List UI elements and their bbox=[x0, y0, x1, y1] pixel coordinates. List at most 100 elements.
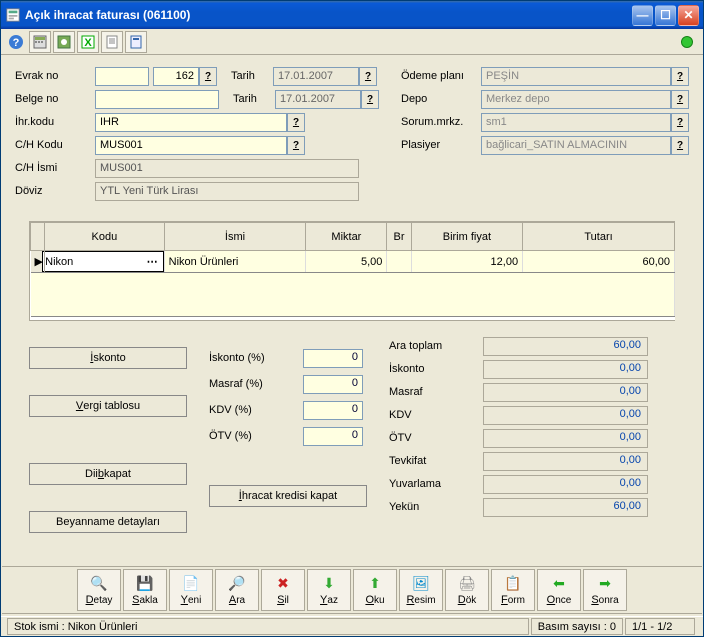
col-kodu[interactable]: Kodu bbox=[45, 223, 164, 251]
sakla-button[interactable]: 💾Sakla bbox=[123, 569, 167, 611]
ch-kodu-lookup[interactable]: ? bbox=[287, 136, 305, 155]
belge-no-label: Belge no bbox=[15, 93, 95, 105]
table-row[interactable]: ▶ Nikon ⋯ Nikon Ürünleri 5,00 12,00 60,0… bbox=[31, 251, 675, 273]
masraf-pct-field[interactable]: 0 bbox=[303, 375, 363, 394]
sorum-label: Sorum.mrkz. bbox=[401, 116, 481, 128]
grid-corner bbox=[31, 223, 45, 251]
t-kdv-label: KDV bbox=[389, 409, 479, 421]
cell-ismi[interactable]: Nikon Ürünleri bbox=[164, 251, 306, 273]
iskonto-button[interactable]: İskonto bbox=[29, 347, 187, 369]
window-title: Açık ihracat faturası (061100) bbox=[25, 8, 632, 22]
ch-ismi-field: MUS001 bbox=[95, 159, 359, 178]
cell-birim-fiyat[interactable]: 12,00 bbox=[411, 251, 522, 273]
t-otv-label: ÖTV bbox=[389, 432, 479, 444]
svg-text:X: X bbox=[84, 37, 92, 49]
col-tutari[interactable]: Tutarı bbox=[523, 223, 675, 251]
status-bar: Stok ismi : Nikon Ürünleri Basım sayısı … bbox=[1, 616, 703, 636]
odeme-lookup[interactable]: ? bbox=[671, 67, 689, 86]
depo-lookup[interactable]: ? bbox=[671, 90, 689, 109]
title-bar: Açık ihracat faturası (061100) — ☐ ✕ bbox=[1, 1, 703, 29]
ara-button[interactable]: 🔎Ara bbox=[215, 569, 259, 611]
ihr-kodu-field[interactable]: IHR bbox=[95, 113, 287, 132]
close-button[interactable]: ✕ bbox=[678, 5, 699, 26]
lines-grid[interactable]: Kodu İsmi Miktar Br Birim fiyat Tutarı ▶… bbox=[29, 221, 675, 321]
detay-button[interactable]: 🔍Detay bbox=[77, 569, 121, 611]
page-icon[interactable] bbox=[125, 31, 147, 53]
col-br[interactable]: Br bbox=[387, 223, 411, 251]
plasiyer-label: Plasiyer bbox=[401, 139, 481, 151]
status-dot-icon bbox=[681, 36, 693, 48]
doviz-field: YTL Yeni Türk Lirası bbox=[95, 182, 359, 201]
odeme-field[interactable]: PEŞİN bbox=[481, 67, 671, 86]
excel-icon[interactable]: X bbox=[77, 31, 99, 53]
diib-kapat-button[interactable]: Diib kapat bbox=[29, 463, 187, 485]
kdv-pct-label: KDV (%) bbox=[209, 404, 299, 416]
odeme-label: Ödeme planı bbox=[401, 70, 481, 82]
vergi-tablosu-button[interactable]: Vergi tablosu bbox=[29, 395, 187, 417]
col-miktar[interactable]: Miktar bbox=[306, 223, 387, 251]
ihr-kodu-lookup[interactable]: ? bbox=[287, 113, 305, 132]
status-mid: Basım sayısı : 0 bbox=[531, 618, 623, 635]
t-tevkifat-value: 0,00 bbox=[483, 452, 648, 471]
t-masraf-value: 0,00 bbox=[483, 383, 648, 402]
yaz-button[interactable]: ⬇Yaz bbox=[307, 569, 351, 611]
status-left: Stok ismi : Nikon Ürünleri bbox=[7, 618, 529, 635]
evrak-no-lookup[interactable]: ? bbox=[199, 67, 217, 86]
iskonto-pct-label: İskonto (%) bbox=[209, 352, 299, 364]
otv-pct-label: ÖTV (%) bbox=[209, 430, 299, 442]
maximize-button[interactable]: ☐ bbox=[655, 5, 676, 26]
ara-toplam-label: Ara toplam bbox=[389, 340, 479, 352]
help-icon[interactable]: ? bbox=[5, 31, 27, 53]
calculator-icon[interactable] bbox=[29, 31, 51, 53]
ihracat-kredisi-button[interactable]: İhracat kredisi kapat bbox=[209, 485, 367, 507]
belge-no-field[interactable] bbox=[95, 90, 219, 109]
t-yuvarlama-label: Yuvarlama bbox=[389, 478, 479, 490]
sil-button[interactable]: ✖Sil bbox=[261, 569, 305, 611]
resim-button[interactable]: 🖼Resim bbox=[399, 569, 443, 611]
tarih2-lookup[interactable]: ? bbox=[361, 90, 379, 109]
ch-kodu-label: C/H Kodu bbox=[15, 139, 95, 151]
önce-button[interactable]: ⬅Once bbox=[537, 569, 581, 611]
sorum-field[interactable]: sm1 bbox=[481, 113, 671, 132]
plasiyer-field[interactable]: bağlicari_SATIN ALMACININ bbox=[481, 136, 671, 155]
t-iskonto-label: İskonto bbox=[389, 363, 479, 375]
iskonto-pct-field[interactable]: 0 bbox=[303, 349, 363, 368]
sonra-button[interactable]: ➡Sonra bbox=[583, 569, 627, 611]
t-masraf-label: Masraf bbox=[389, 386, 479, 398]
depo-field[interactable]: Merkez depo bbox=[481, 90, 671, 109]
cell-br[interactable] bbox=[387, 251, 411, 273]
col-ismi[interactable]: İsmi bbox=[164, 223, 306, 251]
dök-button[interactable]: 🖨Dök bbox=[445, 569, 489, 611]
ch-kodu-field[interactable]: MUS001 bbox=[95, 136, 287, 155]
oku-button[interactable]: ⬆Oku bbox=[353, 569, 397, 611]
cell-tutari[interactable]: 60,00 bbox=[523, 251, 675, 273]
cell-kodu[interactable]: Nikon ⋯ bbox=[42, 251, 163, 272]
kdv-pct-field[interactable]: 0 bbox=[303, 401, 363, 420]
status-right: 1/1 - 1/2 bbox=[625, 618, 695, 635]
tarih1-lookup[interactable]: ? bbox=[359, 67, 377, 86]
tarih1-label: Tarih bbox=[231, 70, 273, 82]
kodu-lookup-icon[interactable]: ⋯ bbox=[145, 255, 161, 268]
beyanname-button[interactable]: Beyanname detayları bbox=[29, 511, 187, 533]
depo-label: Depo bbox=[401, 93, 481, 105]
svg-text:?: ? bbox=[13, 37, 20, 49]
minimize-button[interactable]: — bbox=[632, 5, 653, 26]
document-icon[interactable] bbox=[101, 31, 123, 53]
sorum-lookup[interactable]: ? bbox=[671, 113, 689, 132]
plasiyer-lookup[interactable]: ? bbox=[671, 136, 689, 155]
cell-miktar[interactable]: 5,00 bbox=[306, 251, 387, 273]
t-kdv-value: 0,00 bbox=[483, 406, 648, 425]
tarih1-field[interactable]: 17.01.2007 bbox=[273, 67, 359, 86]
settings-icon[interactable] bbox=[53, 31, 75, 53]
t-otv-value: 0,00 bbox=[483, 429, 648, 448]
evrak-no-prefix-field[interactable] bbox=[95, 67, 149, 86]
yeni-button[interactable]: 📄Yeni bbox=[169, 569, 213, 611]
tarih2-field[interactable]: 17.01.2007 bbox=[275, 90, 361, 109]
t-iskonto-value: 0,00 bbox=[483, 360, 648, 379]
action-bar: 🔍Detay💾Sakla📄Yeni🔎Ara✖Sil⬇Yaz⬆Oku🖼Resim🖨… bbox=[2, 566, 702, 614]
evrak-no-field[interactable]: 162 bbox=[153, 67, 199, 86]
form-button[interactable]: 📋Form bbox=[491, 569, 535, 611]
col-birim-fiyat[interactable]: Birim fiyat bbox=[411, 223, 522, 251]
app-icon bbox=[5, 7, 21, 23]
otv-pct-field[interactable]: 0 bbox=[303, 427, 363, 446]
